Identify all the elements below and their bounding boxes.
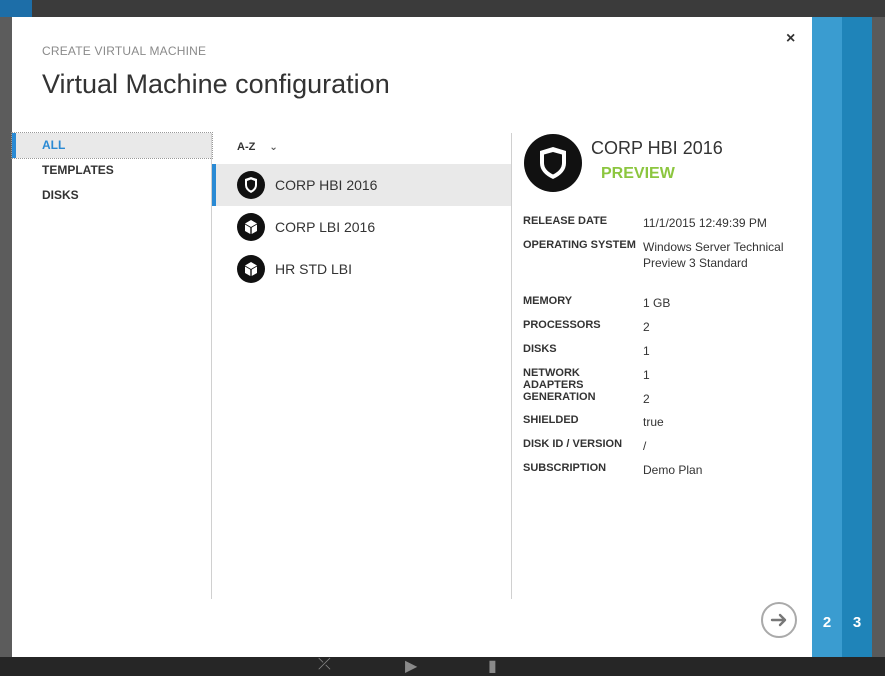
preview-badge: PREVIEW — [601, 165, 675, 182]
vm-template-list: CORP HBI 2016 CORP LBI 2016 HR STD LBI — [212, 164, 511, 290]
step-number: 3 — [852, 614, 862, 631]
arrow-right-icon — [770, 613, 787, 627]
property-value: 11/1/2015 12:49:39 PM — [643, 216, 767, 230]
property-key: SHIELDED — [523, 414, 579, 426]
detail-name: CORP HBI 2016 — [591, 138, 723, 158]
wizard-step-3[interactable]: 3 — [842, 17, 872, 657]
dialog-subtitle: CREATE VIRTUAL MACHINE — [42, 44, 207, 58]
background-app-left — [0, 17, 12, 657]
cube-icon — [237, 213, 265, 241]
property-key: PROCESSORS — [523, 319, 601, 331]
wizard-step-2[interactable]: 2 — [812, 17, 842, 657]
nav-item-disks[interactable]: DISKS — [12, 183, 212, 208]
trash-icon: ▮ — [488, 658, 497, 675]
property-key: SUBSCRIPTION — [523, 462, 607, 474]
collapse-icon: ⤫ — [318, 656, 331, 673]
chevron-down-icon: ⌄ — [269, 142, 278, 153]
property-key: GENERATION — [523, 391, 596, 403]
background-app-header — [0, 0, 885, 17]
property-key: OPERATING SYSTEM — [523, 239, 636, 251]
list-item-hr-std-lbi[interactable]: HR STD LBI — [212, 248, 511, 290]
next-button[interactable] — [761, 602, 797, 638]
create-vm-dialog: × CREATE VIRTUAL MACHINE Virtual Machine… — [11, 17, 812, 657]
property-value: 1 — [643, 344, 650, 358]
shield-icon — [524, 134, 582, 192]
property-key: DISK ID / VERSION — [523, 438, 623, 450]
property-value: 2 — [643, 392, 650, 406]
list-item-label: CORP HBI 2016 — [275, 177, 378, 193]
sort-dropdown[interactable]: A-Z ⌄ — [237, 141, 278, 153]
property-key: RELEASE DATE — [523, 215, 608, 227]
category-nav: ALL TEMPLATES DISKS — [11, 132, 213, 208]
play-icon: ▶ — [405, 658, 418, 675]
nav-item-all[interactable]: ALL — [11, 132, 213, 159]
property-value: true — [643, 415, 664, 429]
property-value: / — [643, 439, 647, 453]
background-app-accent — [0, 0, 32, 17]
property-value: 2 — [643, 320, 650, 334]
list-item-corp-hbi-2016[interactable]: CORP HBI 2016 — [212, 164, 511, 206]
shield-icon — [237, 171, 265, 199]
close-icon[interactable]: × — [786, 30, 795, 48]
background-app-right — [872, 17, 885, 657]
list-item-corp-lbi-2016[interactable]: CORP LBI 2016 — [212, 206, 511, 248]
cube-icon — [237, 255, 265, 283]
property-key: DISKS — [523, 343, 557, 355]
dialog-title: Virtual Machine configuration — [42, 69, 390, 99]
step-number: 2 — [822, 614, 832, 631]
property-value: 1 — [643, 368, 650, 382]
property-value: Windows Server Technical Preview 3 Stand… — [643, 240, 784, 270]
list-item-label: CORP LBI 2016 — [275, 219, 376, 235]
nav-item-templates[interactable]: TEMPLATES — [12, 158, 212, 183]
property-value: 1 GB — [643, 296, 671, 310]
property-key: MEMORY — [523, 295, 573, 307]
background-command-bar — [0, 657, 885, 676]
property-value: Demo Plan — [643, 463, 703, 477]
divider — [511, 133, 512, 599]
property-key: NETWORK ADAPTERS — [523, 367, 584, 391]
sort-label: A-Z — [237, 141, 256, 153]
list-item-label: HR STD LBI — [275, 261, 353, 277]
